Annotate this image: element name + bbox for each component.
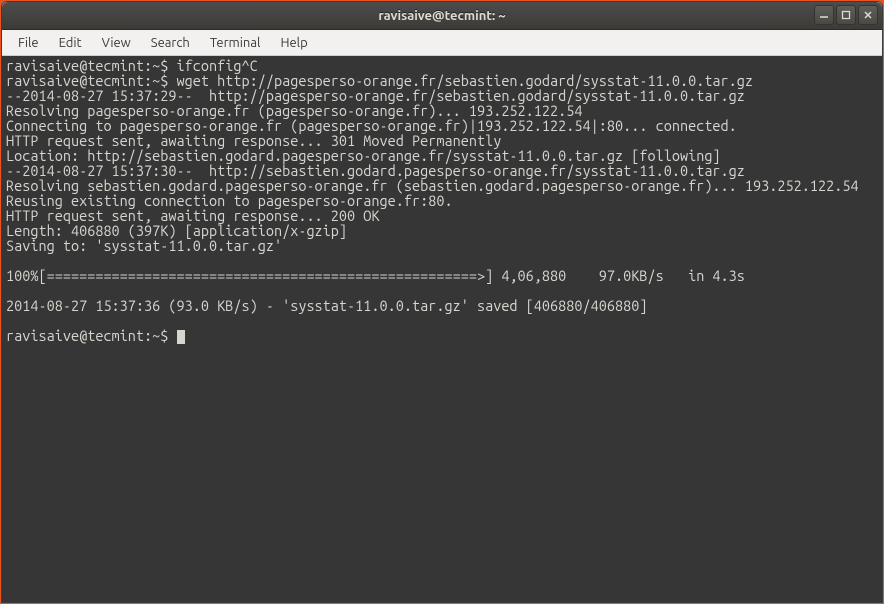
terminal-cursor — [177, 330, 185, 344]
terminal-line: 2014-08-27 15:37:36 (93.0 KB/s) - 'sysst… — [6, 297, 647, 314]
menu-file[interactable]: File — [8, 33, 49, 53]
title-bar[interactable]: ravisaive@tecmint: ~ — [2, 2, 882, 30]
menu-bar: File Edit View Search Terminal Help — [2, 30, 882, 56]
menu-help[interactable]: Help — [270, 33, 317, 53]
window-title: ravisaive@tecmint: ~ — [378, 9, 505, 23]
menu-search[interactable]: Search — [141, 33, 200, 53]
maximize-icon — [841, 10, 851, 20]
close-button[interactable] — [858, 5, 878, 25]
terminal-line: Saving to: 'sysstat-11.0.0.tar.gz' — [6, 237, 282, 254]
terminal-window: ravisaive@tecmint: ~ File Edit View Sear… — [1, 1, 883, 603]
menu-view[interactable]: View — [92, 33, 141, 53]
terminal-line: 100%[===================================… — [6, 267, 745, 284]
terminal-prompt: ravisaive@tecmint:~$ — [6, 327, 177, 344]
minimize-button[interactable] — [814, 5, 834, 25]
close-icon — [863, 10, 873, 20]
window-controls — [814, 5, 878, 25]
menu-edit[interactable]: Edit — [49, 33, 92, 53]
menu-terminal[interactable]: Terminal — [200, 33, 271, 53]
terminal-area[interactable]: ravisaive@tecmint:~$ ifconfig^C ravisaiv… — [2, 56, 882, 602]
maximize-button[interactable] — [836, 5, 856, 25]
minimize-icon — [819, 10, 829, 20]
